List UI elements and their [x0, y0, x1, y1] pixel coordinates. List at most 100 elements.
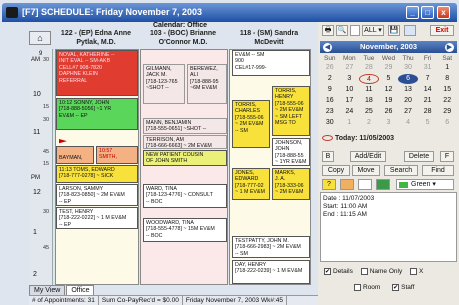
appointment[interactable]: WARD, TINA [718-123-4776] ~ CONSULT -- B… [143, 184, 227, 208]
appointment[interactable]: BAYMAN, [56, 146, 94, 164]
appointment[interactable]: TORRIS, CHARLES [718-555-06 ~ 2M EV&M --… [232, 100, 270, 148]
calendar-day[interactable]: 27 [398, 107, 418, 117]
prev-month-icon[interactable]: ◀ [323, 43, 332, 52]
appointment[interactable]: TORRIS, HENRY [718-555-06 ~ 2M EV&M ~ SM… [272, 86, 310, 136]
calendar-day[interactable]: 10 [340, 85, 360, 95]
save-icon[interactable]: 💾 [388, 25, 400, 36]
print-icon[interactable]: 🖶 [322, 25, 334, 36]
calendar-day[interactable]: 6 [437, 118, 457, 128]
appointment[interactable]: JONES, EDWARD [718-777-02 ~ 1 M EV&M [232, 168, 270, 200]
pen-icon[interactable] [376, 179, 390, 190]
calendar-day[interactable]: 22 [437, 96, 457, 106]
appointment[interactable]: MARKS, J. A. [718-333-06 ~ 2M EV&M [272, 168, 310, 200]
close-button[interactable]: x [437, 6, 450, 19]
x-checkbox[interactable] [410, 268, 418, 275]
calendar-day[interactable]: 12 [379, 85, 399, 95]
calendar-day[interactable]: 2 [320, 74, 340, 84]
home-icon[interactable]: ⌂ [29, 31, 51, 45]
appointment[interactable]: LARSON, SAMMY [718-823-0850] ~ 2M EV&M -… [56, 184, 138, 206]
copy-button[interactable]: Copy [322, 165, 350, 176]
column-header-ep[interactable]: 122 - (EP) Edna Anne Pytlak, M.D. [56, 29, 136, 49]
calendar-day[interactable]: 3 [340, 74, 360, 84]
calendar-day[interactable]: 20 [398, 96, 418, 106]
calendar-day[interactable]: 7 [418, 74, 438, 84]
schedule-column-boc[interactable]: GILMANN, JACK M. [718-123-765 ~SHOT -- B… [140, 49, 228, 285]
column-header-boc[interactable]: 103 - (BOC) Brianne O'Connor M.D. [140, 29, 226, 49]
calendar-day[interactable]: 13 [398, 85, 418, 95]
appointment[interactable]: TERRISON, AM [718-666-6663] ~ 2M EV&M [143, 135, 227, 149]
appointment[interactable]: NOVAL, KATHERINE -- INIT EVAL -- SM-AKB … [56, 50, 138, 96]
calendar-day[interactable]: 28 [359, 63, 379, 73]
calendar-day[interactable]: 5 [379, 74, 399, 84]
calendar-day[interactable]: 5 [418, 118, 438, 128]
appointment[interactable]: 11:13 TOMS, EDWARD [718-777-0278] ~ SICK [56, 165, 138, 183]
appointment[interactable]: NEW PATIENT COUSIN OF JOHN SMITH [143, 150, 227, 166]
calendar-day[interactable]: 27 [340, 63, 360, 73]
calendar-day[interactable]: 1 [340, 118, 360, 128]
calendar-day[interactable]: 26 [379, 107, 399, 117]
color-select[interactable]: Green ▾ [396, 179, 454, 190]
blank-icon[interactable] [358, 179, 372, 190]
calendar-day[interactable]: 15 [437, 85, 457, 95]
calendar-day[interactable]: 8 [437, 74, 457, 84]
calendar-day[interactable]: 17 [340, 96, 360, 106]
calendar-day[interactable]: 21 [418, 96, 438, 106]
calendar-icon[interactable] [404, 25, 416, 36]
document-icon[interactable] [350, 25, 360, 36]
appointment[interactable]: 10:57 SMITH, [96, 146, 138, 164]
calendar-day[interactable]: 18 [359, 96, 379, 106]
today-label[interactable]: Today: 11/05/2003 [322, 135, 394, 142]
calendar-day[interactable]: 29 [437, 107, 457, 117]
calendar-day[interactable]: 26 [320, 63, 340, 73]
calendar-day[interactable]: 2 [359, 118, 379, 128]
add-edit-button[interactable]: Add/Edit [350, 151, 386, 162]
calendar-day[interactable]: 11 [359, 85, 379, 95]
delete-button[interactable]: Delete [404, 151, 434, 162]
calendar-day[interactable]: 25 [359, 107, 379, 117]
calendar-day[interactable]: 1 [437, 63, 457, 73]
appointment[interactable]: EV&M -- SM 900 CEL#17-999- [232, 50, 310, 76]
appointment[interactable]: TEST, HENRY [718-222-0222] ~ 1 M EV&M --… [56, 207, 138, 229]
calendar-day[interactable]: 30 [398, 63, 418, 73]
details-checkbox[interactable]: ✔ [324, 268, 331, 275]
calendar-day[interactable]: 28 [418, 107, 438, 117]
calendar-day[interactable]: 31 [418, 63, 438, 73]
appointment[interactable]: GILMANN, JACK M. [718-123-765 ~SHOT -- [143, 64, 185, 104]
minimize-button[interactable]: _ [406, 6, 419, 19]
appointment[interactable]: BEREWEZ, ALI [718-888-95 ~6M EV&M [187, 64, 227, 104]
calendar-day[interactable]: 19 [379, 96, 399, 106]
next-month-icon[interactable]: ▶ [445, 43, 454, 52]
move-button[interactable]: Move [352, 165, 380, 176]
calendar-day[interactable]: 4 [359, 74, 379, 84]
find-button[interactable]: Find [422, 165, 454, 176]
room-checkbox[interactable] [354, 284, 361, 291]
color-icon[interactable] [340, 179, 354, 190]
appointment[interactable]: 10:12 SONNY, JOHN [718-888-5056] ~1 YR E… [56, 98, 138, 130]
calendar-day[interactable]: 30 [320, 118, 340, 128]
schedule-column-sm[interactable]: EV&M -- SM 900 CEL#17-999- TORRIS, CHARL… [229, 49, 311, 285]
exit-button[interactable]: Exit [430, 25, 454, 36]
appointment[interactable]: JOHNSON, JOHN [718-888-55 ~ 1YR EV&M [272, 138, 310, 166]
maximize-button[interactable]: □ [421, 6, 434, 19]
calendar-day[interactable]: 24 [340, 107, 360, 117]
search-icon[interactable]: 🔍 [336, 25, 348, 36]
calendar-day[interactable]: 29 [379, 63, 399, 73]
staff-checkbox[interactable]: ✔ [392, 284, 400, 291]
calendar-day[interactable]: 4 [398, 118, 418, 128]
schedule-column-ep[interactable]: NOVAL, KATHERINE -- INIT EVAL -- SM-AKB … [55, 49, 139, 285]
calendar-day[interactable]: 3 [379, 118, 399, 128]
name-only-checkbox[interactable] [360, 268, 368, 275]
search-button[interactable]: Search [384, 165, 418, 176]
calendar-day[interactable]: 16 [320, 96, 340, 106]
calendar-day[interactable]: 9 [320, 85, 340, 95]
column-header-sm[interactable]: 118 - (SM) Sandra McDevitt [229, 29, 309, 49]
b-button[interactable]: B [322, 151, 334, 162]
appointment[interactable]: DAY, HENRY [718-222-0239] ~ 1 M EV&M [232, 260, 310, 284]
appointment[interactable]: MANN, BENJAMIN [718-555-0651] ~SHOT -- [143, 118, 227, 134]
appointment[interactable]: WOODWARD, TINA [718-555-4778] ~ 15M EV&M… [143, 218, 227, 242]
appointment[interactable]: TESTPATTY, JOHN M. [718-666-2983] ~ 2M E… [232, 236, 310, 258]
calendar-day[interactable]: 6 [398, 74, 418, 84]
filter-dropdown[interactable]: ALL ▾ [362, 25, 384, 36]
calendar-day[interactable]: 23 [320, 107, 340, 117]
calendar-day[interactable]: 14 [418, 85, 438, 95]
